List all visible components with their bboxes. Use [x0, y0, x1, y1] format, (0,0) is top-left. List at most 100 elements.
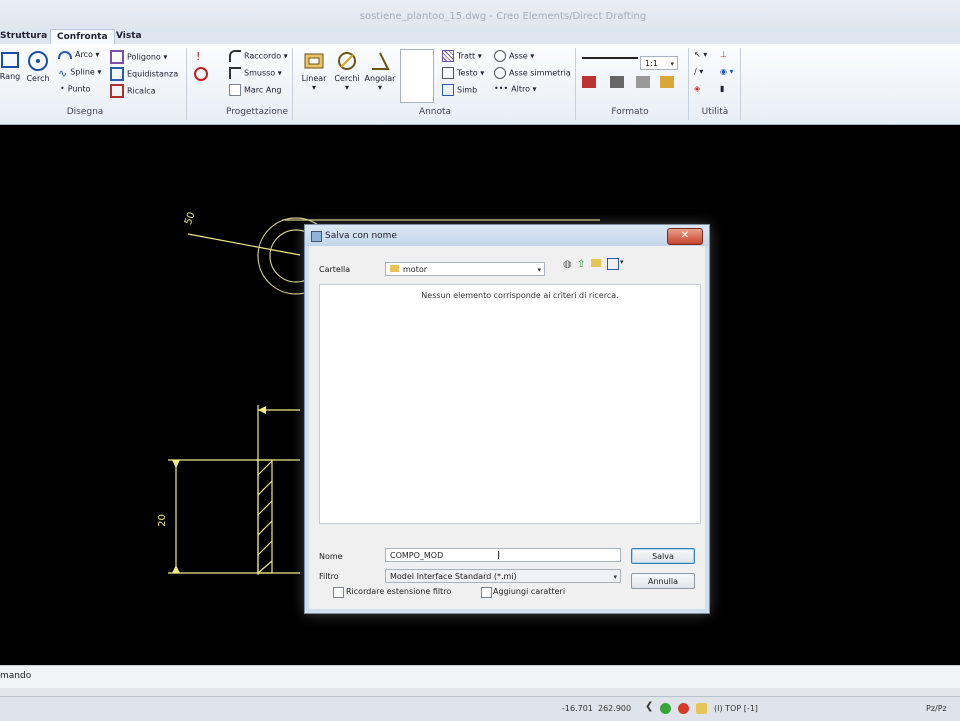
measure-icon[interactable]: ∕ ▾ — [694, 67, 703, 76]
command-label: mando — [0, 671, 32, 681]
more-icon: ••• — [494, 84, 509, 93]
symmetry-axis-tool[interactable]: Asse simmetria — [494, 67, 571, 79]
polygon-label: Poligono — [127, 52, 161, 62]
part-indicator[interactable]: Pz/Pz — [926, 704, 947, 713]
chevron-left-icon[interactable]: ❮ — [645, 701, 653, 712]
linear-dim-tool[interactable]: Linear ▾ — [300, 50, 328, 92]
trace-icon — [110, 84, 124, 98]
select-icon[interactable]: ↖ ▾ — [694, 50, 707, 59]
new-folder-icon[interactable] — [591, 259, 601, 267]
symbol-tool[interactable]: Simb — [442, 84, 477, 96]
close-button[interactable]: ✕ — [667, 228, 703, 245]
angle-dim-tool[interactable]: Angolar ▾ — [364, 50, 396, 92]
color-fill-icon[interactable] — [582, 76, 596, 88]
close-icon: ✕ — [680, 230, 690, 241]
circle-dim-label: Cerchi — [334, 74, 360, 83]
polygon-tool[interactable]: Poligono ▾ — [110, 50, 167, 64]
dialog-titlebar[interactable]: Salva con nome ✕ — [305, 225, 709, 246]
hatch-tool[interactable]: Tratt ▾ — [442, 50, 482, 62]
eye-icon[interactable]: ◉ ▾ — [720, 67, 734, 76]
save-button[interactable]: Salva — [631, 548, 695, 564]
chamfer-tool[interactable]: Smusso ▾ — [229, 67, 282, 79]
angle-dim-icon — [372, 52, 390, 70]
fillet-tool[interactable]: Raccordo ▾ — [229, 50, 288, 62]
group-label-annota: Annota — [418, 107, 452, 117]
tab-struttura[interactable]: Struttura — [0, 29, 53, 44]
stop-icon[interactable] — [678, 703, 689, 714]
tab-confronta[interactable]: Confronta — [50, 29, 115, 45]
annotation-style-list[interactable] — [400, 49, 434, 103]
rectangle-tool[interactable]: Rang — [0, 50, 22, 81]
symbol-label: Simb — [457, 85, 478, 95]
spline-label: Spline — [70, 67, 95, 77]
trace-tool[interactable]: Ricalca — [110, 84, 156, 98]
angle-mark-tool[interactable]: Marc Ang — [229, 84, 281, 96]
note-icon[interactable] — [696, 703, 707, 714]
symmetry-axis-label: Asse simmetria — [509, 68, 571, 78]
up-folder-icon[interactable]: ⇧ — [577, 259, 585, 270]
y-coordinate: 262.900 — [598, 704, 632, 713]
arc-icon — [58, 50, 72, 59]
ribbon-separator — [186, 48, 187, 120]
text-tool[interactable]: Testo ▾ — [442, 67, 484, 79]
offset-tool[interactable]: Equidistanza — [110, 67, 178, 81]
axis-tool[interactable]: Asse ▾ — [494, 50, 534, 62]
rectangle-label: Rang — [0, 72, 21, 81]
filename-input[interactable]: COMPO_MOD — [385, 548, 621, 562]
dialog-body: Cartella motor ▾ ◍ ⇧ ▾ Nessun elemento c… — [309, 246, 705, 609]
filename-value: COMPO_MOD — [390, 551, 444, 560]
add-chars-checkbox[interactable] — [481, 587, 492, 598]
scale-combo[interactable]: 1:1 ▾ — [640, 56, 678, 70]
command-bar[interactable]: mando — [0, 665, 960, 688]
file-list[interactable]: Nessun elemento corrisponde ai criteri d… — [319, 284, 701, 524]
ribbon-separator — [688, 48, 689, 120]
fillet-label: Raccordo — [244, 51, 282, 61]
group-label-formato: Formato — [611, 107, 649, 117]
ribbon-separator — [740, 48, 741, 120]
spline-icon: ∿ — [58, 67, 68, 80]
back-icon[interactable]: ◍ — [563, 259, 572, 270]
arc-tool[interactable]: Arco ▾ — [58, 50, 99, 59]
save-as-dialog: Salva con nome ✕ Cartella motor ▾ ◍ ⇧ ▾ … — [304, 224, 710, 614]
warning-icon[interactable]: ! — [196, 50, 200, 63]
dimension-text-side: 20 — [156, 514, 168, 527]
circle-icon — [28, 51, 48, 71]
text-label: Testo — [457, 68, 478, 78]
angle-mark-checkbox — [229, 84, 241, 96]
cancel-button[interactable]: Annulla — [631, 573, 695, 589]
folder-value: motor — [403, 265, 428, 274]
pen-icon[interactable] — [636, 76, 650, 88]
format-icon[interactable] — [660, 76, 674, 88]
offset-label: Equidistanza — [127, 69, 179, 79]
circle-dim-icon — [338, 52, 356, 70]
layer-icon[interactable] — [610, 76, 624, 88]
group-label-utilita: Utilità — [701, 107, 729, 117]
view-indicator[interactable]: (I) TOP [-1] — [714, 704, 758, 713]
folder-combo[interactable]: motor ▾ — [385, 262, 545, 276]
tab-vista[interactable]: Vista — [110, 29, 148, 44]
line-style-selector[interactable] — [582, 57, 638, 59]
chamfer-label: Smusso — [244, 68, 276, 78]
window-titlebar: sostiene_plantoo_15.dwg - Creo Elements/… — [0, 0, 960, 29]
trash-icon[interactable]: ▮ — [720, 84, 724, 93]
group-label-disegna: Disegna — [66, 107, 104, 117]
confirm-icon[interactable] — [660, 703, 671, 714]
point-tool[interactable]: • Punto — [60, 84, 91, 94]
name-label: Nome — [319, 552, 343, 561]
text-cursor-icon: I — [497, 549, 501, 562]
more-tool[interactable]: ••• Altro ▾ — [494, 84, 537, 94]
linear-dim-icon — [304, 53, 324, 69]
circle-dim-tool[interactable]: Cerchi ▾ — [333, 50, 361, 92]
spline-tool[interactable]: ∿ Spline ▾ — [58, 67, 101, 80]
filter-combo[interactable]: Model Interface Standard (*.mi) ▾ — [385, 569, 621, 583]
cancel-icon[interactable] — [194, 67, 211, 81]
arrowhead-icon — [258, 406, 266, 414]
remember-extension-checkbox[interactable] — [333, 587, 344, 598]
chevron-down-icon: ▾ — [613, 573, 617, 581]
view-menu-icon[interactable] — [607, 258, 619, 270]
pin-icon[interactable]: ⊥ — [720, 50, 727, 59]
chevron-down-icon[interactable]: ▾ — [620, 258, 624, 266]
chamfer-icon — [229, 67, 241, 79]
eraser-icon[interactable]: ◈ — [694, 84, 700, 93]
circle-tool[interactable]: Cerch — [25, 50, 51, 83]
